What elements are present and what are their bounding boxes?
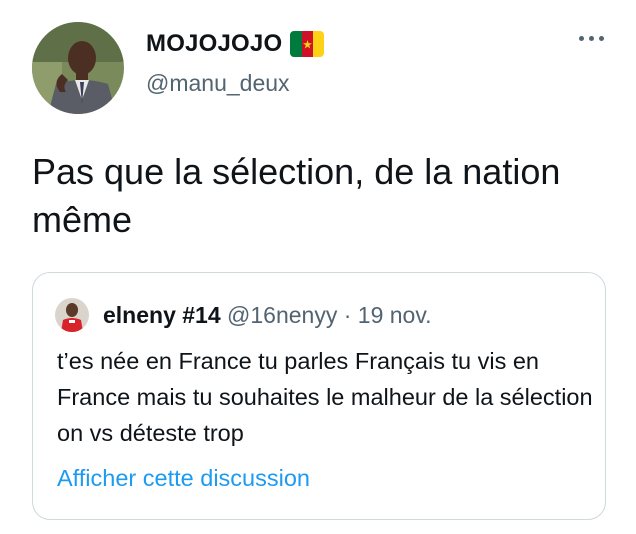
quoted-handle[interactable]: @16nenyy bbox=[227, 302, 337, 328]
author-handle[interactable]: @manu_deux bbox=[146, 70, 290, 97]
cameroon-flag-icon bbox=[290, 31, 325, 57]
author-name-row: MOJOJOJO bbox=[146, 30, 325, 58]
profile-photo-icon bbox=[32, 22, 124, 114]
tweet-card: MOJOJOJO @manu_deux Pas que la sélection… bbox=[0, 0, 636, 534]
show-thread-link[interactable]: Afficher cette discussion bbox=[57, 465, 310, 492]
profile-photo-icon bbox=[55, 298, 89, 332]
more-options-icon[interactable] bbox=[577, 30, 606, 47]
quoted-header: elneny #14 @16nenyy · 19 nov. bbox=[103, 302, 432, 329]
quoted-author-avatar[interactable] bbox=[55, 298, 89, 332]
quoted-tweet[interactable]: elneny #14 @16nenyy · 19 nov. t’es née e… bbox=[32, 272, 606, 520]
tweet-text: Pas que la sélection, de la nation même bbox=[32, 151, 561, 240]
author-display-name[interactable]: MOJOJOJO bbox=[146, 30, 282, 58]
quoted-display-name[interactable]: elneny #14 bbox=[103, 302, 221, 328]
separator-dot: · bbox=[343, 302, 352, 328]
quoted-text: t’es née en France tu parles Français tu… bbox=[57, 348, 593, 446]
author-avatar[interactable] bbox=[32, 22, 124, 114]
quoted-date[interactable]: 19 nov. bbox=[358, 302, 432, 328]
